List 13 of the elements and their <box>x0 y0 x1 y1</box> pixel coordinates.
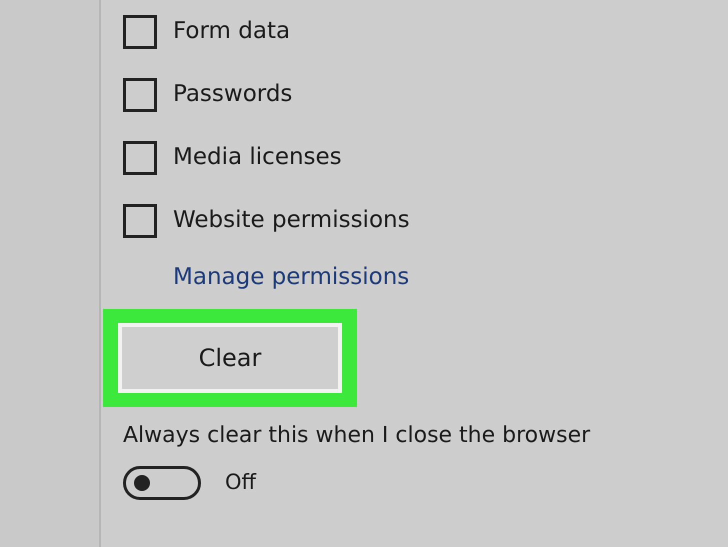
toggle-state: Off <box>225 468 256 496</box>
setting-label: Always clear this when I close the browser <box>123 422 590 450</box>
checkbox-label: Website permissions <box>173 206 410 236</box>
checkbox-label: Media licenses <box>173 143 342 172</box>
checkbox[interactable] <box>123 140 157 174</box>
checkbox-label: Form data <box>173 17 290 46</box>
manage-permissions-link[interactable]: Manage permissions <box>173 260 410 294</box>
checkbox[interactable] <box>123 204 157 238</box>
checkbox-label: Passwords <box>173 80 292 110</box>
checkbox[interactable] <box>123 78 157 112</box>
clear-button[interactable]: Clear <box>118 322 342 392</box>
checkbox[interactable] <box>123 14 157 48</box>
toggle-switch[interactable] <box>123 466 201 500</box>
